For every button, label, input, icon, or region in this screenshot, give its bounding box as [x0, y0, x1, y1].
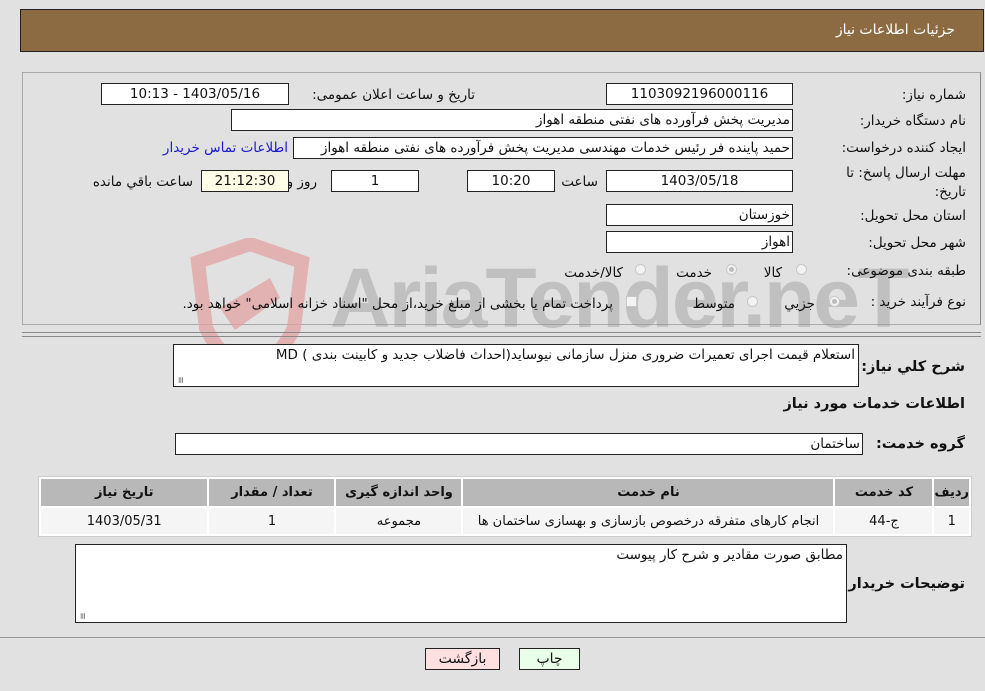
deadline-label: مهلت ارسال پاسخ: تا تاریخ: [846, 165, 966, 200]
deadline-date-field[interactable]: 1403/05/18 [606, 170, 793, 192]
buyer-org-label: نام دستگاه خریدار: [859, 113, 966, 129]
remaining-label: ساعت باقي مانده [92, 174, 193, 190]
category-label: طبقه بندی موضوعی: [846, 263, 966, 279]
process-radio-minor[interactable] [829, 296, 840, 307]
deadline-time-field[interactable]: 10:20 [467, 170, 555, 192]
page-title: جزئیات اطلاعات نیاز [835, 22, 955, 38]
services-table: ردیف کد خدمت نام خدمت واحد اندازه گیری ت… [38, 476, 972, 537]
buyer-notes-text: مطابق صورت مقادیر و شرح کار پیوست [616, 547, 843, 563]
treasury-checkbox[interactable] [626, 296, 637, 307]
category-radio-goods[interactable] [796, 264, 807, 275]
summary-label: شرح کلي نياز: [861, 359, 965, 375]
cell-service-name: انجام کارهای متفرقه درخصوص بازسازی و بهس… [463, 508, 834, 534]
services-section-title: اطلاعات خدمات مورد نیاز [783, 396, 965, 412]
resize-grip-icon[interactable]: ≡ [175, 376, 185, 384]
back-button[interactable]: بازگشت [425, 648, 500, 670]
city-field[interactable]: اهواز [606, 231, 793, 253]
requester-label: ایجاد کننده درخواست: [841, 140, 966, 156]
need-number-label: شماره نیاز: [901, 87, 966, 103]
col-service-code: کد خدمت [835, 479, 933, 506]
category-radio-service[interactable] [726, 264, 737, 275]
announce-datetime-field[interactable]: 1403/05/16 - 10:13 [101, 83, 289, 105]
col-unit: واحد اندازه گیری [336, 479, 462, 506]
divider [22, 336, 981, 337]
table-header-row: ردیف کد خدمت نام خدمت واحد اندازه گیری ت… [41, 479, 969, 506]
requester-field[interactable]: حمید پاینده فر رئیس خدمات مهندسی مدیریت … [293, 137, 793, 159]
cell-quantity: 1 [209, 508, 335, 534]
summary-text: استعلام قیمت اجرای تعمیرات ضروری منزل سا… [275, 347, 855, 363]
process-label: نوع فرآیند خرید : [870, 294, 966, 310]
divider [0, 637, 985, 638]
resize-grip-icon[interactable]: ≡ [77, 612, 87, 620]
province-label: استان محل تحویل: [860, 208, 966, 224]
cell-service-code: ج-44 [835, 508, 933, 534]
category-option-service: خدمت [676, 265, 712, 281]
col-row-number: ردیف [934, 479, 969, 506]
print-button[interactable]: چاپ [519, 648, 580, 670]
category-radio-goods-service[interactable] [635, 264, 646, 275]
province-field[interactable]: خوزستان [606, 204, 793, 226]
treasury-note: پرداخت تمام یا بخشی از مبلغ خرید،از محل … [182, 296, 613, 312]
page-header: جزئیات اطلاعات نیاز [20, 9, 984, 52]
buyer-org-field[interactable]: مدیریت پخش فرآورده های نفتی منطقه اهواز [231, 109, 793, 131]
col-quantity: تعداد / مقدار [209, 479, 335, 506]
remaining-time-field[interactable]: 21:12:30 [201, 170, 289, 192]
days-label: روز و [286, 174, 317, 190]
buyer-notes-textarea[interactable]: مطابق صورت مقادیر و شرح کار پیوست ≡ [75, 544, 847, 623]
category-option-goods-service: کالا/خدمت [564, 265, 623, 281]
cell-row-number: 1 [934, 508, 969, 534]
cell-need-date: 1403/05/31 [41, 508, 208, 534]
summary-textarea[interactable]: استعلام قیمت اجرای تعمیرات ضروری منزل سا… [173, 344, 859, 387]
city-label: شهر محل تحویل: [868, 235, 966, 251]
process-option-medium: متوسط [692, 296, 735, 312]
buyer-contact-link[interactable]: اطلاعات تماس خریدار [163, 140, 288, 156]
category-option-goods: کالا [763, 265, 782, 281]
cell-unit: مجموعه [336, 508, 462, 534]
buyer-notes-label: توضیحات خریدار: [842, 576, 965, 592]
table-row: 1 ج-44 انجام کارهای متفرقه درخصوص بازساز… [41, 508, 969, 534]
service-group-label: گروه خدمت: [875, 436, 965, 452]
service-group-field[interactable]: ساختمان [175, 433, 863, 455]
announce-label: تاریخ و ساعت اعلان عمومی: [312, 87, 475, 103]
divider [22, 332, 981, 333]
col-service-name: نام خدمت [463, 479, 834, 506]
deadline-time-label: ساعت [561, 174, 598, 190]
remaining-days-field[interactable]: 1 [331, 170, 419, 192]
process-radio-medium[interactable] [747, 296, 758, 307]
process-option-minor: جزيي [784, 296, 815, 312]
need-number-field[interactable]: 1103092196000116 [606, 83, 793, 105]
col-need-date: تاریخ نیاز [41, 479, 208, 506]
